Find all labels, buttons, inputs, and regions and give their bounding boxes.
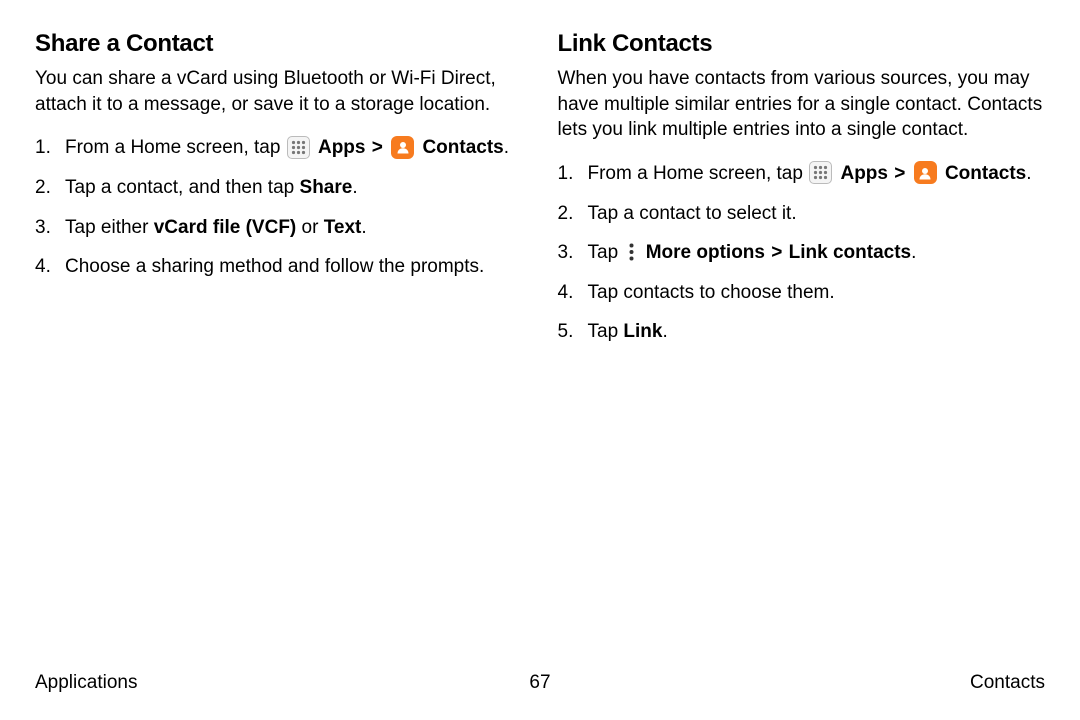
share-step-4: Choose a sharing method and follow the p… <box>35 254 523 280</box>
vcard-label: vCard file (VCF) <box>154 217 297 238</box>
chevron-right-icon: > <box>894 163 905 184</box>
left-column: Share a Contact You can share a vCard us… <box>35 30 523 359</box>
apps-icon <box>809 161 832 184</box>
apps-label: Apps <box>318 137 366 158</box>
share-step-1: From a Home screen, tap Apps > Contacts. <box>35 135 523 161</box>
share-step-2: Tap a contact, and then tap Share. <box>35 175 523 201</box>
share-step-3: Tap either vCard file (VCF) or Text. <box>35 215 523 241</box>
apps-icon <box>287 136 310 159</box>
contacts-icon <box>914 161 937 184</box>
share-contact-steps: From a Home screen, tap Apps > Contacts.… <box>35 135 523 280</box>
link-step-4: Tap contacts to choose them. <box>558 280 1046 306</box>
link-label: Link <box>623 321 662 342</box>
contacts-label: Contacts <box>945 163 1026 184</box>
contacts-label: Contacts <box>422 137 503 158</box>
apps-label: Apps <box>840 163 888 184</box>
step-end: . <box>352 177 357 198</box>
step-text: Tap <box>588 321 624 342</box>
share-contact-heading: Share a Contact <box>35 30 523 58</box>
page-footer: Applications 67 Contacts <box>35 672 1045 694</box>
page-number: 67 <box>529 672 550 694</box>
link-contacts-intro: When you have contacts from various sour… <box>558 66 1046 143</box>
share-label: Share <box>300 177 353 198</box>
step-text: From a Home screen, tap <box>588 163 809 184</box>
step-end: . <box>361 217 366 238</box>
step-text: Tap either <box>65 217 154 238</box>
text-label: Text <box>324 217 362 238</box>
step-end: . <box>504 137 509 158</box>
step-text: From a Home screen, tap <box>65 137 286 158</box>
more-options-icon <box>624 241 638 263</box>
link-contacts-label: Link contacts <box>789 242 911 263</box>
step-end: . <box>1026 163 1031 184</box>
footer-right: Contacts <box>970 672 1045 694</box>
link-step-2: Tap a contact to select it. <box>558 201 1046 227</box>
link-contacts-steps: From a Home screen, tap Apps > Contacts.… <box>558 161 1046 345</box>
contacts-icon <box>391 136 414 159</box>
step-end: . <box>911 242 916 263</box>
chevron-right-icon: > <box>771 242 782 263</box>
step-text: Tap a contact, and then tap <box>65 177 300 198</box>
link-contacts-heading: Link Contacts <box>558 30 1046 58</box>
step-text: or <box>296 217 323 238</box>
link-step-5: Tap Link. <box>558 319 1046 345</box>
step-end: . <box>662 321 667 342</box>
step-text: Tap <box>588 242 624 263</box>
link-step-1: From a Home screen, tap Apps > Contacts. <box>558 161 1046 187</box>
link-step-3: Tap More options > Link contacts. <box>558 240 1046 266</box>
right-column: Link Contacts When you have contacts fro… <box>558 30 1046 359</box>
more-options-label: More options <box>646 242 765 263</box>
share-contact-intro: You can share a vCard using Bluetooth or… <box>35 66 523 117</box>
page-columns: Share a Contact You can share a vCard us… <box>35 30 1045 359</box>
footer-left: Applications <box>35 672 137 694</box>
chevron-right-icon: > <box>372 137 383 158</box>
